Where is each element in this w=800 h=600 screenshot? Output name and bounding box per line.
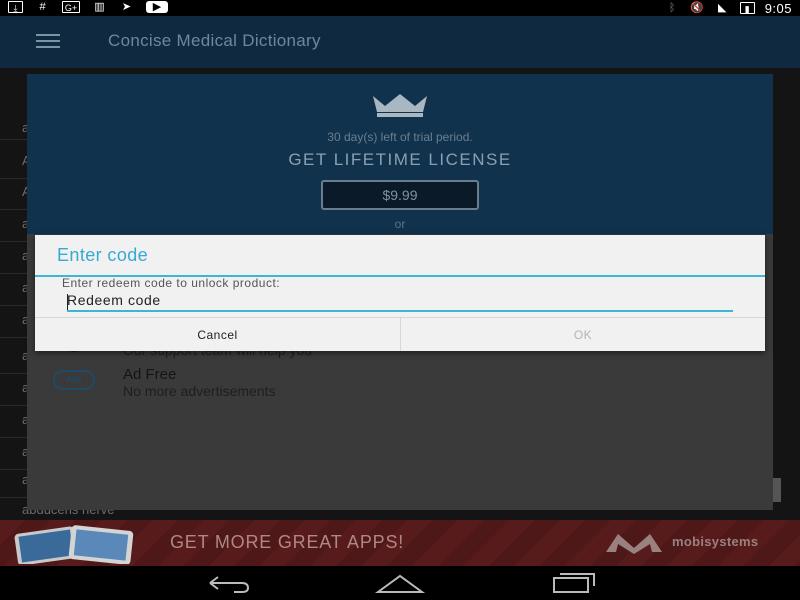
dialog-title: Enter code (57, 245, 149, 265)
menu-icon[interactable] (36, 34, 60, 48)
list-item[interactable]: a (0, 348, 30, 374)
brand-name: mobisystems (672, 534, 759, 549)
mobisystems-logo-icon (606, 534, 662, 554)
ad-banner[interactable]: GET MORE GREAT APPS! mobisystems (0, 520, 800, 566)
list-item[interactable]: a (0, 312, 30, 338)
feature-ad-free: Ad Free No more advertisements (123, 366, 276, 399)
bluetooth-icon: ᛒ (668, 2, 676, 14)
text-cursor (67, 294, 68, 310)
ok-button[interactable]: OK (400, 318, 765, 351)
list-item[interactable]: a (0, 412, 30, 438)
lifetime-heading: GET LIFETIME LICENSE (288, 150, 512, 169)
feature-subtitle: No more advertisements (123, 383, 276, 399)
list-item[interactable]: A (0, 153, 31, 179)
hashtag-icon: # (39, 1, 46, 13)
list-item[interactable]: a (0, 472, 30, 498)
dialog-message: Enter redeem code to unlock product: (62, 276, 281, 290)
list-item[interactable]: a (0, 444, 30, 470)
enter-code-dialog: Enter code Enter redeem code to unlock p… (35, 235, 765, 351)
back-icon[interactable] (198, 570, 258, 596)
status-bar: ⤓ # G+ ▥ ➤ ▶ ᛒ 🔇 ◣ ▮ 9:05 (0, 0, 800, 16)
phones-image (14, 525, 134, 564)
ads-icon: Ads (53, 370, 95, 390)
list-item[interactable]: a (0, 120, 30, 140)
mute-icon: 🔇 (690, 2, 705, 14)
scrollbar[interactable] (773, 478, 781, 502)
feature-title: Ad Free (123, 366, 177, 383)
ad-text: GET MORE GREAT APPS! (170, 532, 405, 552)
list-item[interactable]: a (0, 216, 30, 242)
battery-icon: ▮ (739, 2, 755, 14)
app-bar: Concise Medical Dictionary (0, 16, 800, 68)
list-item[interactable]: a (0, 380, 30, 406)
recents-icon[interactable] (542, 570, 602, 596)
list-item[interactable]: A (0, 184, 31, 210)
trial-text: 30 day(s) left of trial period. (327, 130, 473, 144)
crown-icon (373, 94, 427, 117)
or-text: or (394, 217, 406, 231)
navigation-bar (0, 566, 800, 600)
barcode-icon: ▥ (94, 1, 105, 13)
google-plus-icon: G+ (62, 1, 80, 13)
list-item[interactable]: a (0, 248, 30, 274)
redeem-code-input[interactable] (67, 292, 733, 312)
cancel-button[interactable]: Cancel (35, 318, 400, 351)
home-icon[interactable] (370, 570, 430, 596)
premium-header: 30 day(s) left of trial period. GET LIFE… (27, 74, 773, 234)
youtube-icon: ▶ (146, 1, 168, 13)
send-icon: ➤ (121, 1, 132, 13)
download-icon: ⤓ (8, 1, 23, 13)
clock: 9:05 (764, 0, 792, 16)
buy-lifetime-button[interactable]: $9.99 (321, 180, 479, 210)
app-title: Concise Medical Dictionary (108, 31, 321, 50)
wifi-icon: ◣ (717, 2, 727, 14)
list-item[interactable]: a (0, 280, 30, 306)
